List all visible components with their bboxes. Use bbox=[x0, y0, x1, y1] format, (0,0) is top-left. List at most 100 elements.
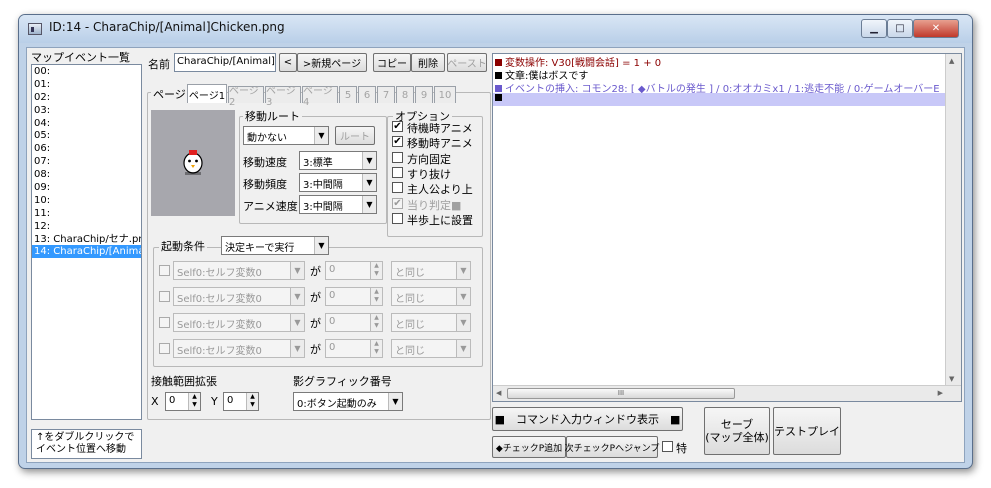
title-bar[interactable]: ID:14 - CharaChip/[Animal]Chicken.png ▁ … bbox=[19, 15, 972, 43]
list-item[interactable]: 07: bbox=[32, 155, 141, 168]
command-list[interactable]: 変数操作: V30[戦闘会話] = 1 + 0 文章:僕はボスです イベントの挿入:… bbox=[492, 53, 962, 402]
condition-compare-select[interactable]: と同じ ▼ bbox=[391, 339, 471, 358]
option-checkbox[interactable] bbox=[392, 151, 403, 163]
condition-compare-select[interactable]: と同じ ▼ bbox=[391, 261, 471, 280]
list-item[interactable]: 03: bbox=[32, 104, 141, 117]
list-item[interactable]: 02: bbox=[32, 91, 141, 104]
tab-page-3[interactable]: ページ3 bbox=[265, 86, 301, 108]
copy-button[interactable]: コピー bbox=[373, 53, 411, 72]
condition-number-input[interactable]: 0 ▲ ▼ bbox=[325, 313, 383, 332]
contact-y-input[interactable]: 0 ▲ ▼ bbox=[223, 392, 259, 411]
tab-page-9[interactable]: 9 bbox=[415, 86, 433, 103]
tab-page-2[interactable]: ページ2 bbox=[228, 86, 264, 108]
command-line[interactable] bbox=[493, 93, 945, 106]
frequency-select[interactable]: 3:中間隔 ▼ bbox=[299, 173, 377, 192]
option-checkbox[interactable] bbox=[392, 166, 403, 178]
option-checkbox[interactable]: ✔ bbox=[392, 121, 403, 132]
shadow-select[interactable]: 0:ボタン起動のみ ▼ bbox=[293, 392, 403, 411]
tab-page-10[interactable]: 10 bbox=[434, 86, 456, 103]
scroll-up-icon[interactable]: ▲ bbox=[949, 57, 954, 65]
trigger-select[interactable]: 決定キーで実行 ▼ bbox=[221, 236, 329, 255]
scroll-left-icon[interactable]: ◀ bbox=[496, 389, 501, 397]
option-row[interactable]: ✔ 待機時アニメ bbox=[391, 120, 483, 135]
minimize-button[interactable]: ▁ bbox=[861, 19, 887, 38]
option-checkbox[interactable] bbox=[392, 182, 403, 194]
option-row[interactable]: 方向固定 bbox=[391, 151, 483, 166]
list-item[interactable]: 14: CharaChip/[Animal bbox=[32, 245, 141, 259]
spin-arrows-icon[interactable]: ▲ ▼ bbox=[188, 393, 200, 410]
save-button[interactable]: セーブ (マップ全体) bbox=[704, 407, 770, 455]
tab-page-8[interactable]: 8 bbox=[396, 86, 414, 103]
list-item[interactable]: 04: bbox=[32, 117, 141, 130]
spin-arrows-icon[interactable]: ▲ ▼ bbox=[370, 340, 382, 357]
condition-checkbox[interactable] bbox=[159, 343, 170, 354]
speed-select[interactable]: 3:標準 ▼ bbox=[299, 151, 377, 170]
event-list[interactable]: 00: 01: 02: 03: 04: 05: 06: 07: 08: 09: 10: 11: 12: 1… bbox=[31, 64, 142, 420]
horizontal-scrollbar[interactable]: ◀ III ▶ bbox=[493, 385, 961, 401]
list-item[interactable]: 01: bbox=[32, 78, 141, 91]
prev-page-button[interactable]: < bbox=[279, 53, 297, 72]
new-page-button[interactable]: >新規ページ bbox=[297, 53, 367, 72]
scroll-down-icon[interactable]: ▼ bbox=[949, 375, 954, 383]
option-row[interactable]: ✔ 当り判定■ bbox=[391, 197, 483, 212]
testplay-button[interactable]: テストプレイ bbox=[773, 407, 841, 455]
option-checkbox[interactable] bbox=[392, 212, 403, 224]
add-checkpoint-button[interactable]: ◆チェックP追加 bbox=[492, 436, 566, 458]
paste-button[interactable]: ペースト bbox=[447, 53, 487, 72]
maximize-button[interactable]: □ bbox=[887, 19, 913, 38]
condition-variable-select[interactable]: Self0:セルフ変数0 ▼ bbox=[173, 261, 305, 280]
condition-number-input[interactable]: 0 ▲ ▼ bbox=[325, 339, 383, 358]
list-item[interactable]: 11: bbox=[32, 207, 141, 220]
command-window-button[interactable]: ■ コマンド入力ウィンドウ表示 ■ bbox=[492, 407, 683, 431]
list-item[interactable]: 10: bbox=[32, 194, 141, 207]
spin-arrows-icon[interactable]: ▲ ▼ bbox=[370, 262, 382, 279]
contact-x-input[interactable]: 0 ▲ ▼ bbox=[165, 392, 201, 411]
anim-speed-select[interactable]: 3:中間隔 ▼ bbox=[299, 195, 377, 214]
condition-compare-select[interactable]: と同じ ▼ bbox=[391, 287, 471, 306]
tab-page-4[interactable]: ページ4 bbox=[302, 86, 338, 108]
vertical-scrollbar[interactable]: ▲ ▼ bbox=[945, 54, 961, 386]
option-row[interactable]: ✔ 移動時アニメ bbox=[391, 135, 483, 150]
list-item[interactable]: 09: bbox=[32, 181, 141, 194]
special-checkbox[interactable] bbox=[662, 441, 673, 452]
spin-arrows-icon[interactable]: ▲ ▼ bbox=[246, 393, 258, 410]
command-line[interactable]: イベントの挿入: コモン28: [ ◆バトルの発生 ] / 0:オオカミx1 /… bbox=[493, 80, 945, 93]
tab-page-1[interactable]: ページ1 bbox=[187, 84, 227, 103]
scroll-right-icon[interactable]: ▶ bbox=[938, 389, 943, 397]
list-item[interactable]: 13: CharaChip/セナ.pn bbox=[32, 233, 141, 246]
scroll-thumb[interactable]: III bbox=[507, 388, 735, 399]
condition-variable-select[interactable]: Self0:セルフ変数0 ▼ bbox=[173, 287, 305, 306]
list-item[interactable]: 08: bbox=[32, 168, 141, 181]
option-row[interactable]: すり抜け bbox=[391, 166, 483, 181]
condition-variable-select[interactable]: Self0:セルフ変数0 ▼ bbox=[173, 313, 305, 332]
graphic-preview[interactable] bbox=[151, 110, 235, 216]
close-button[interactable]: ✕ bbox=[913, 19, 959, 38]
tab-page-6[interactable]: 6 bbox=[358, 86, 376, 103]
condition-compare-select[interactable]: と同じ ▼ bbox=[391, 313, 471, 332]
movement-type-select[interactable]: 動かない ▼ bbox=[243, 126, 329, 145]
condition-number-input[interactable]: 0 ▲ ▼ bbox=[325, 261, 383, 280]
command-line[interactable]: 文章:僕はボスです bbox=[493, 67, 945, 80]
route-button[interactable]: ルート bbox=[335, 126, 375, 145]
spin-arrows-icon[interactable]: ▲ ▼ bbox=[370, 288, 382, 305]
jump-checkpoint-button[interactable]: 次チェックPへジャンプ bbox=[565, 436, 659, 458]
delete-button[interactable]: 削除 bbox=[411, 53, 445, 72]
condition-number-input[interactable]: 0 ▲ ▼ bbox=[325, 287, 383, 306]
condition-checkbox[interactable] bbox=[159, 291, 170, 302]
tab-page-7[interactable]: 7 bbox=[377, 86, 395, 103]
list-item[interactable]: 06: bbox=[32, 142, 141, 155]
list-item[interactable]: 05: bbox=[32, 129, 141, 142]
option-checkbox[interactable]: ✔ bbox=[392, 136, 403, 148]
condition-variable-select[interactable]: Self0:セルフ変数0 ▼ bbox=[173, 339, 305, 358]
option-checkbox[interactable]: ✔ bbox=[392, 197, 403, 209]
list-item[interactable]: 12: bbox=[32, 220, 141, 233]
condition-checkbox[interactable] bbox=[159, 317, 170, 328]
option-row[interactable]: 半歩上に設置 bbox=[391, 212, 483, 227]
command-line[interactable]: 変数操作: V30[戦闘会話] = 1 + 0 bbox=[493, 54, 945, 67]
list-item[interactable]: 00: bbox=[32, 65, 141, 78]
name-field[interactable]: CharaChip/[Animal]Chicken bbox=[174, 53, 276, 72]
condition-checkbox[interactable] bbox=[159, 265, 170, 276]
tab-page-5[interactable]: 5 bbox=[339, 86, 357, 103]
spin-arrows-icon[interactable]: ▲ ▼ bbox=[370, 314, 382, 331]
option-row[interactable]: 主人公より上 bbox=[391, 181, 483, 196]
